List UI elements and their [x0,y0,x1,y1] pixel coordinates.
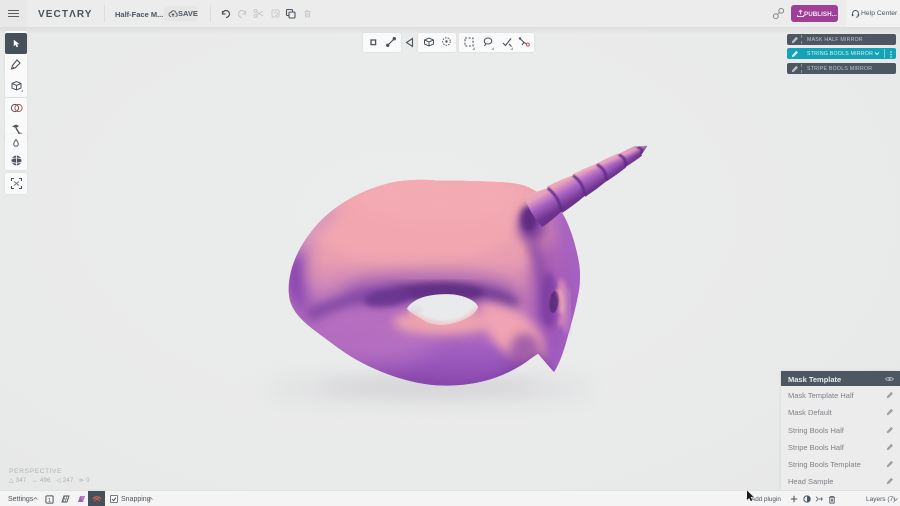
svg-text:1: 1 [48,497,51,503]
